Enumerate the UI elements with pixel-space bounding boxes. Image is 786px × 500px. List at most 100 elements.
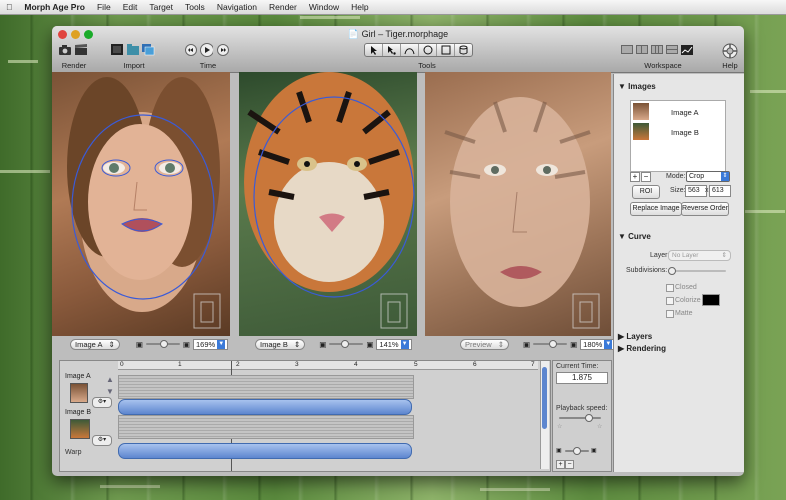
fast-forward-icon[interactable] — [216, 43, 229, 56]
add-keyframe-button[interactable]: + — [556, 460, 565, 469]
preview-selector[interactable]: Preview ⇕ — [460, 338, 509, 350]
timeline-ruler[interactable]: 0 1 2 3 4 5 6 7 — [118, 361, 538, 370]
remove-image-button[interactable]: − — [641, 172, 651, 182]
rewind-icon[interactable] — [184, 43, 197, 56]
timeline: 0 1 2 3 4 5 6 7 Image A ▲ ▼ Image B ⚙▾ ⚙… — [59, 360, 551, 472]
images-section-header[interactable]: ▼ Images — [618, 82, 656, 91]
zoom-in-icon[interactable]: ▣ — [183, 340, 190, 349]
layout-single-icon[interactable] — [620, 43, 633, 56]
image-b-zoom-field[interactable]: 141% ▼ — [376, 338, 412, 350]
image-b-selector[interactable]: Image B ⇕ — [255, 338, 306, 350]
rendering-section-header[interactable]: ▶ Rendering — [618, 344, 666, 353]
menu-navigation[interactable]: Navigation — [211, 2, 263, 12]
gear-icon[interactable]: ⚙▾ — [92, 397, 112, 408]
menu-file[interactable]: File — [91, 2, 117, 12]
help-label: Help — [722, 61, 738, 70]
graph-view-icon[interactable] — [680, 43, 693, 56]
film-clapper-icon[interactable] — [74, 43, 87, 56]
layout-stacked-icon[interactable] — [665, 43, 678, 56]
ellipse-tool-icon[interactable] — [419, 44, 437, 56]
rectangle-tool-icon[interactable] — [437, 44, 455, 56]
size-width-field[interactable]: 563 — [685, 185, 707, 197]
help-lifebuoy-icon[interactable] — [722, 43, 738, 59]
bamboo-node — [8, 60, 38, 63]
ruler-tick-1: 1 — [178, 361, 182, 368]
reverse-order-button[interactable]: Reverse Order — [681, 202, 729, 216]
timeline-zoom-in-icon[interactable]: ▣ — [591, 447, 597, 454]
scroll-thumb[interactable] — [542, 367, 547, 429]
import-image-icon[interactable] — [110, 43, 123, 56]
apple-icon[interactable]:  — [0, 2, 18, 12]
image-b-zoom-slider[interactable] — [329, 340, 364, 348]
image-b-thumbnail[interactable] — [70, 419, 90, 439]
curve-bar-a[interactable] — [118, 399, 412, 415]
image-b-track[interactable] — [118, 415, 414, 439]
chevron-updown-icon: ⇕ — [293, 339, 301, 349]
import-folder-icon[interactable] — [126, 43, 139, 56]
preview-zoom-slider[interactable] — [533, 340, 568, 348]
triangle-down-icon[interactable]: ▼ — [106, 387, 114, 396]
import-sequence-icon[interactable] — [142, 43, 155, 56]
playback-speed-slider[interactable] — [559, 414, 601, 422]
timeline-zoom-slider[interactable] — [565, 447, 589, 455]
matte-label: Matte — [675, 310, 693, 317]
image-a-selector[interactable]: Image A ⇕ — [70, 338, 120, 350]
play-icon[interactable] — [200, 42, 213, 57]
menu-edit[interactable]: Edit — [117, 2, 144, 12]
image-a-pane[interactable] — [52, 72, 230, 336]
disclosure-open-icon: ▼ — [618, 232, 626, 241]
image-list-item-a[interactable]: Image A — [671, 108, 699, 117]
row-label-image-b: Image B — [65, 409, 92, 416]
point-select-icon[interactable] — [383, 44, 401, 56]
layer-select[interactable]: No Layer ⇕ — [668, 250, 731, 261]
camera-icon[interactable] — [58, 43, 71, 56]
roi-button[interactable]: ROI — [632, 185, 660, 199]
menu-help[interactable]: Help — [345, 2, 374, 12]
curve-bar-b[interactable] — [118, 443, 412, 459]
timeline-zoom-out-icon[interactable]: ▣ — [556, 447, 562, 454]
arrow-pointer-icon[interactable] — [365, 44, 383, 56]
current-time-field[interactable]: 1.875 — [556, 372, 608, 384]
size-height-field[interactable]: 613 — [709, 185, 731, 197]
menu-window[interactable]: Window — [303, 2, 345, 12]
image-a-zoom-slider[interactable] — [145, 340, 180, 348]
tools-group — [364, 43, 473, 57]
image-a-track[interactable] — [118, 375, 414, 399]
zoom-out-icon[interactable]: ▣ — [136, 340, 143, 349]
remove-keyframe-button[interactable]: − — [565, 460, 574, 469]
color-well[interactable] — [702, 294, 720, 306]
preview-zoom-field[interactable]: 180% ▼ — [580, 338, 616, 350]
preview-morph-drawing — [444, 97, 600, 329]
menu-target[interactable]: Target — [143, 2, 179, 12]
layers-section-header[interactable]: ▶ Layers — [618, 332, 652, 341]
menu-render[interactable]: Render — [263, 2, 303, 12]
cylinder-tool-icon[interactable] — [455, 44, 472, 56]
import-group — [110, 43, 155, 56]
zoom-in-icon[interactable]: ▣ — [570, 340, 577, 349]
zoom-out-icon[interactable]: ▣ — [319, 340, 326, 349]
replace-image-button[interactable]: Replace Image — [630, 202, 682, 216]
image-a-zoom-field[interactable]: 169% ▼ — [193, 338, 229, 350]
image-list-item-b[interactable]: Image B — [671, 128, 699, 137]
layout-triple-icon[interactable] — [650, 43, 663, 56]
timeline-scrollbar[interactable] — [540, 361, 549, 469]
image-b-pane[interactable] — [239, 72, 417, 336]
layout-dual-icon[interactable] — [635, 43, 648, 56]
matte-checkbox[interactable] — [666, 310, 674, 318]
ruler-tick-5: 5 — [414, 361, 418, 368]
menu-app-name[interactable]: Morph Age Pro — [18, 2, 91, 12]
image-a-thumbnail[interactable] — [70, 383, 88, 403]
zoom-out-icon[interactable]: ▣ — [523, 340, 530, 349]
preview-pane[interactable] — [425, 72, 611, 336]
colorize-checkbox[interactable] — [666, 297, 674, 305]
closed-checkbox[interactable] — [666, 284, 674, 292]
menu-tools[interactable]: Tools — [179, 2, 211, 12]
add-image-button[interactable]: + — [630, 172, 640, 182]
curve-section-header[interactable]: ▼ Curve — [618, 232, 651, 241]
mode-select[interactable]: Crop ⇕ — [686, 171, 730, 182]
zoom-in-icon[interactable]: ▣ — [366, 340, 373, 349]
image-a-controls: Image A ⇕ ▣ ▣ 169% ▼ — [70, 337, 229, 351]
subdivisions-slider[interactable] — [668, 267, 726, 275]
triangle-up-icon[interactable]: ▲ — [106, 375, 114, 384]
bezier-curve-icon[interactable] — [401, 44, 419, 56]
